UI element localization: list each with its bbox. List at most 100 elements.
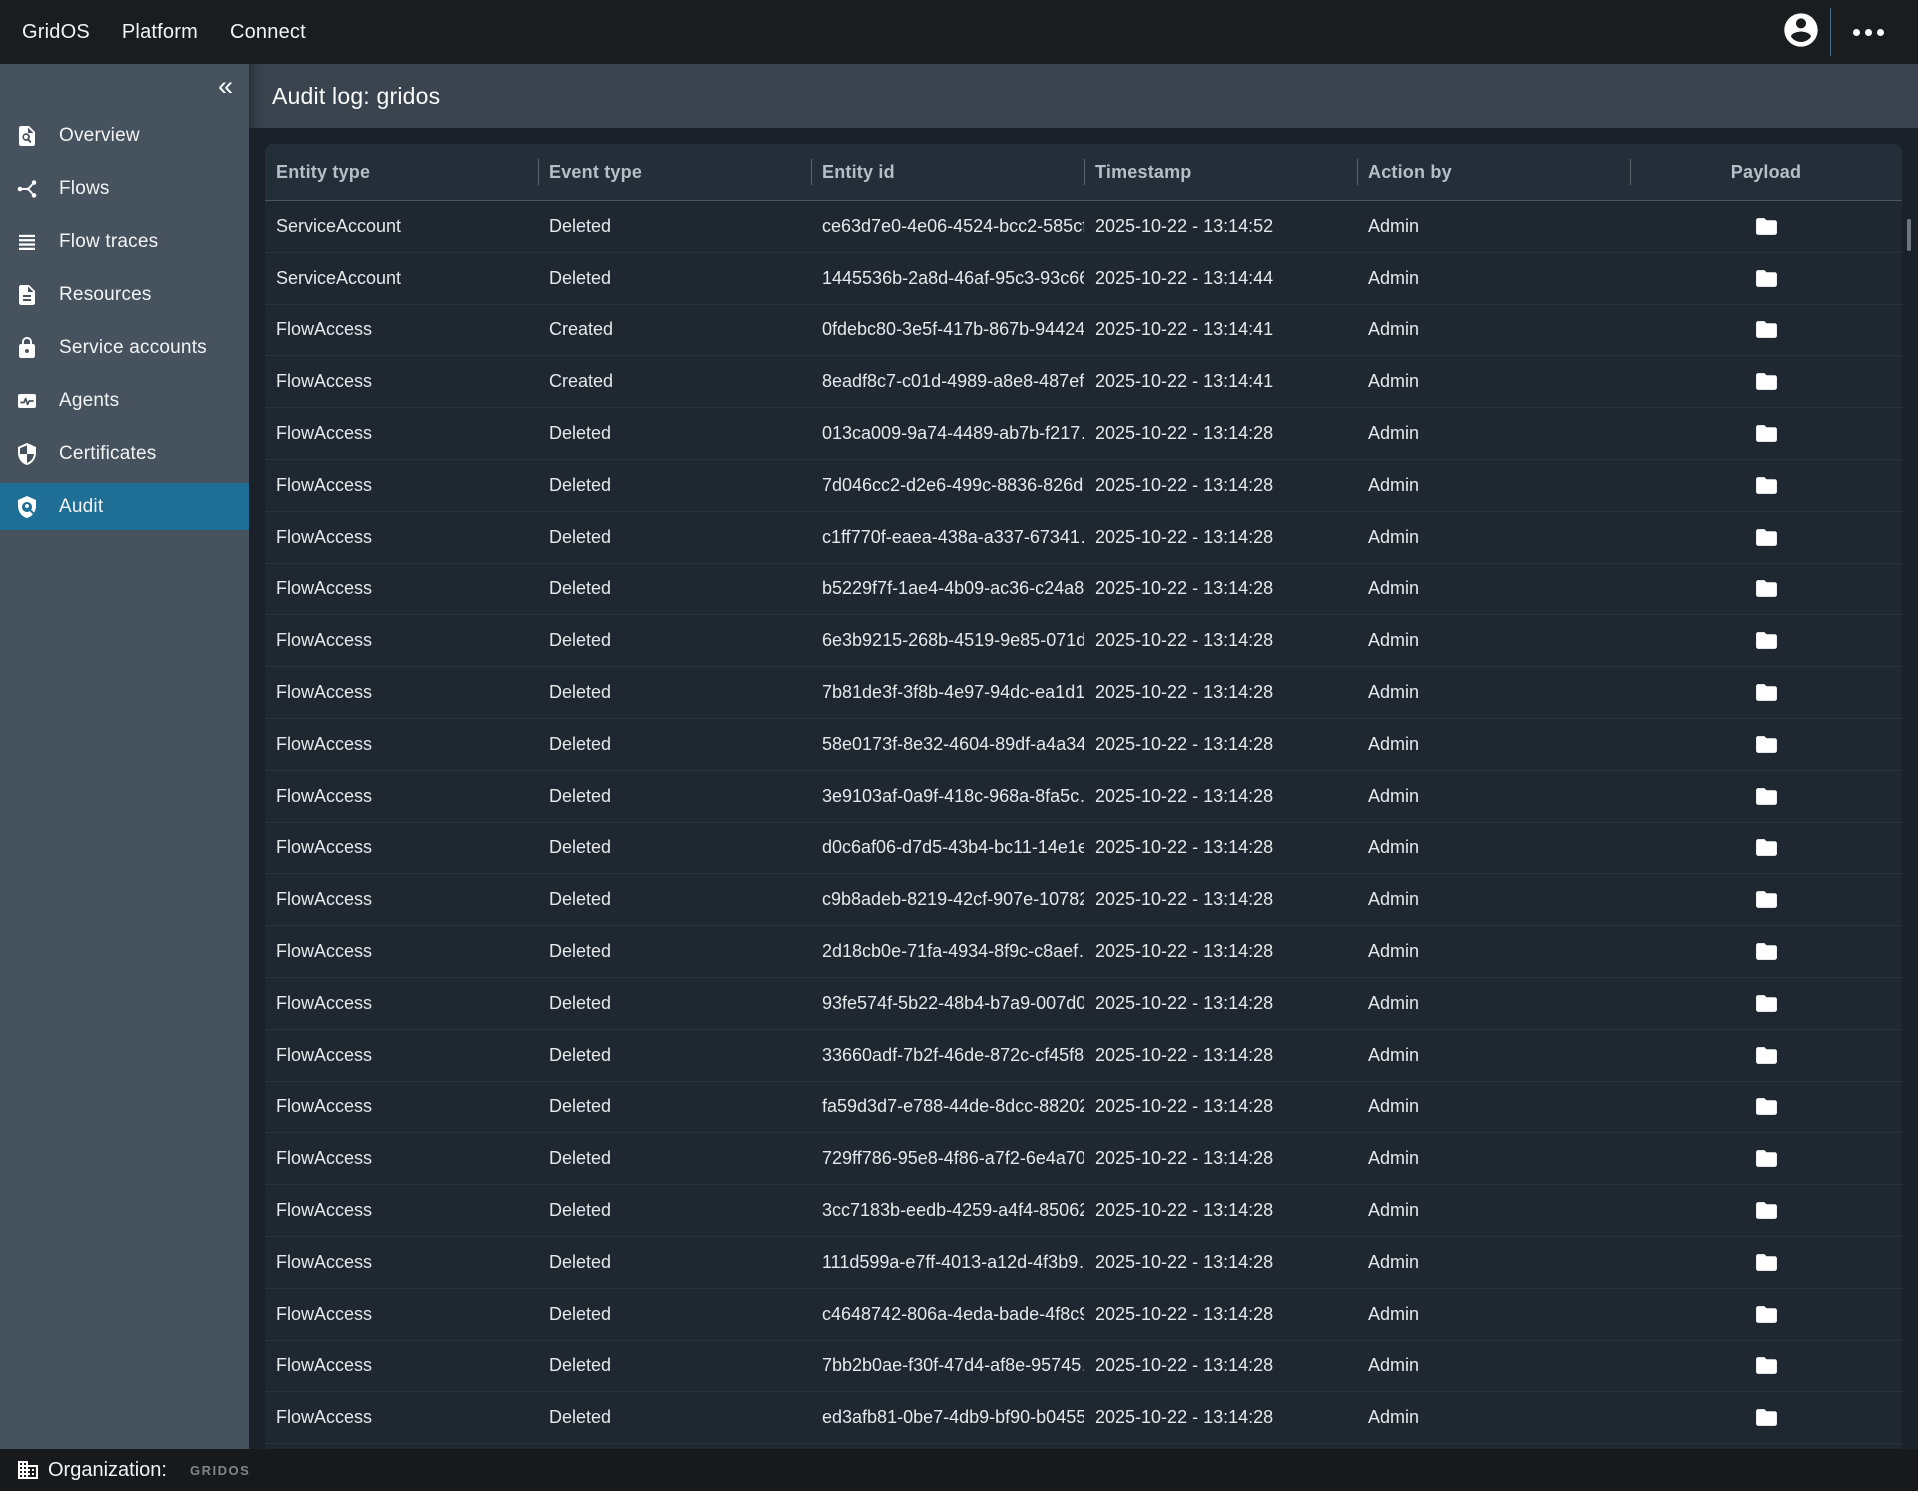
folder-icon xyxy=(1754,784,1779,809)
top-menu-item-gridos[interactable]: GridOS xyxy=(22,21,90,44)
cell-action-by: Admin xyxy=(1357,578,1630,599)
folder-icon xyxy=(1754,732,1779,757)
cell-action-by: Admin xyxy=(1357,837,1630,858)
folder-icon xyxy=(1754,628,1779,653)
cell-payload xyxy=(1630,987,1902,1020)
top-menu-item-platform[interactable]: Platform xyxy=(122,21,198,44)
payload-button[interactable] xyxy=(1750,780,1783,813)
table-row: FlowAccess Deleted 33660adf-7b2f-46de-87… xyxy=(265,1030,1902,1082)
cell-entity-type: FlowAccess xyxy=(265,527,538,548)
cell-entity-type: FlowAccess xyxy=(265,1148,538,1169)
cell-entity-type: FlowAccess xyxy=(265,371,538,392)
table-row: FlowAccess Created 0fdebc80-3e5f-417b-86… xyxy=(265,305,1902,357)
footer-bar: Organization: GRIDOS xyxy=(0,1449,1918,1491)
payload-button[interactable] xyxy=(1750,624,1783,657)
cell-timestamp: 2025-10-22 - 13:14:28 xyxy=(1084,475,1357,496)
cell-payload xyxy=(1630,521,1902,554)
cell-timestamp: 2025-10-22 - 13:14:28 xyxy=(1084,527,1357,548)
folder-icon xyxy=(1754,576,1779,601)
cell-payload xyxy=(1630,1039,1902,1072)
cell-event-type: Deleted xyxy=(538,941,811,962)
folder-icon xyxy=(1754,1405,1779,1430)
sidebar-item-label: Flow traces xyxy=(59,231,158,253)
cell-entity-type: ServiceAccount xyxy=(265,216,538,237)
payload-button[interactable] xyxy=(1750,1090,1783,1123)
table-row: FlowAccess Deleted fa59d3d7-e788-44de-8d… xyxy=(265,1082,1902,1134)
sidebar-item-audit[interactable]: Audit xyxy=(0,483,249,530)
payload-button[interactable] xyxy=(1750,831,1783,864)
sidebar-item-resources[interactable]: Resources xyxy=(0,271,249,318)
cell-action-by: Admin xyxy=(1357,1200,1630,1221)
cell-action-by: Admin xyxy=(1357,993,1630,1014)
cell-entity-type: FlowAccess xyxy=(265,993,538,1014)
cell-entity-id: c1ff770f-eaea-438a-a337-67341… xyxy=(811,527,1084,548)
folder-icon xyxy=(1754,421,1779,446)
cell-entity-id: 7d046cc2-d2e6-499c-8836-826d… xyxy=(811,475,1084,496)
cell-payload xyxy=(1630,1401,1902,1434)
payload-button[interactable] xyxy=(1750,365,1783,398)
topbar-divider xyxy=(1830,8,1831,56)
resources-icon xyxy=(15,283,39,307)
cell-event-type: Deleted xyxy=(538,889,811,910)
cell-action-by: Admin xyxy=(1357,630,1630,651)
payload-button[interactable] xyxy=(1750,469,1783,502)
payload-button[interactable] xyxy=(1750,262,1783,295)
cell-entity-type: FlowAccess xyxy=(265,786,538,807)
cell-entity-id: d0c6af06-d7d5-43b4-bc11-14e1e… xyxy=(811,837,1084,858)
payload-button[interactable] xyxy=(1750,1142,1783,1175)
payload-button[interactable] xyxy=(1750,521,1783,554)
cell-timestamp: 2025-10-22 - 13:14:28 xyxy=(1084,1304,1357,1325)
vertical-scrollbar[interactable] xyxy=(1907,219,1911,251)
more-options-button[interactable] xyxy=(1847,19,1890,46)
account-button[interactable] xyxy=(1780,11,1822,53)
cell-event-type: Deleted xyxy=(538,682,811,703)
payload-button[interactable] xyxy=(1750,1039,1783,1072)
collapse-sidebar-button[interactable]: « xyxy=(218,72,233,100)
payload-button[interactable] xyxy=(1750,210,1783,243)
top-menu-item-connect[interactable]: Connect xyxy=(230,21,306,44)
cell-action-by: Admin xyxy=(1357,1096,1630,1117)
cell-event-type: Deleted xyxy=(538,1148,811,1169)
cell-entity-id: 3cc7183b-eedb-4259-a4f4-85062… xyxy=(811,1200,1084,1221)
table-row: FlowAccess Deleted d0c6af06-d7d5-43b4-bc… xyxy=(265,823,1902,875)
payload-button[interactable] xyxy=(1750,313,1783,346)
cell-action-by: Admin xyxy=(1357,527,1630,548)
payload-button[interactable] xyxy=(1750,1298,1783,1331)
payload-button[interactable] xyxy=(1750,1194,1783,1227)
cell-event-type: Deleted xyxy=(538,578,811,599)
folder-icon xyxy=(1754,473,1779,498)
cell-action-by: Admin xyxy=(1357,1407,1630,1428)
payload-button[interactable] xyxy=(1750,987,1783,1020)
cell-payload xyxy=(1630,1246,1902,1279)
cell-event-type: Deleted xyxy=(538,1407,811,1428)
payload-button[interactable] xyxy=(1750,1349,1783,1382)
cell-timestamp: 2025-10-22 - 13:14:28 xyxy=(1084,682,1357,703)
folder-icon xyxy=(1754,835,1779,860)
payload-button[interactable] xyxy=(1750,417,1783,450)
cell-event-type: Deleted xyxy=(538,475,811,496)
payload-button[interactable] xyxy=(1750,572,1783,605)
payload-button[interactable] xyxy=(1750,676,1783,709)
cell-entity-type: FlowAccess xyxy=(265,1304,538,1325)
folder-icon xyxy=(1754,1302,1779,1327)
payload-button[interactable] xyxy=(1750,935,1783,968)
payload-button[interactable] xyxy=(1750,728,1783,761)
sidebar-item-agents[interactable]: Agents xyxy=(0,377,249,424)
cell-entity-type: FlowAccess xyxy=(265,1407,538,1428)
payload-button[interactable] xyxy=(1750,883,1783,916)
cell-entity-type: FlowAccess xyxy=(265,1200,538,1221)
audit-icon xyxy=(15,495,39,519)
sidebar-item-flows[interactable]: Flows xyxy=(0,165,249,212)
sidebar-item-service-accounts[interactable]: Service accounts xyxy=(0,324,249,371)
cell-entity-type: FlowAccess xyxy=(265,837,538,858)
table-row: FlowAccess Deleted 6e3b9215-268b-4519-9e… xyxy=(265,615,1902,667)
folder-icon xyxy=(1754,214,1779,239)
sidebar-item-flow-traces[interactable]: Flow traces xyxy=(0,218,249,265)
folder-icon xyxy=(1754,887,1779,912)
payload-button[interactable] xyxy=(1750,1246,1783,1279)
payload-button[interactable] xyxy=(1750,1401,1783,1434)
cell-event-type: Deleted xyxy=(538,1355,811,1376)
sidebar-item-label: Resources xyxy=(59,284,152,306)
sidebar-item-certificates[interactable]: Certificates xyxy=(0,430,249,477)
sidebar-item-overview[interactable]: Overview xyxy=(0,112,249,159)
